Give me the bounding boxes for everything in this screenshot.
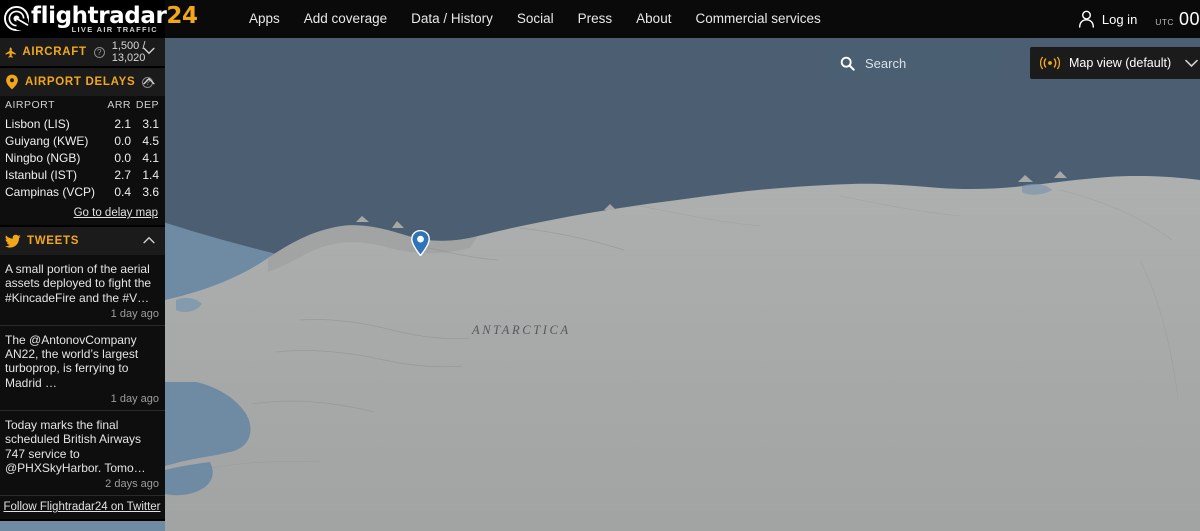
column-header-dep: DEP [135,99,159,111]
follow-on-twitter-link[interactable]: Follow Flightradar24 on Twitter [0,496,165,519]
topbar-right-group: Log in UTC 00 [1078,0,1200,38]
tweet-text: The @AntonovCompany AN22, the world’s la… [5,332,139,390]
airport-delays-content: AIRPORT ARR DEP Lisbon (LIS) 2.1 3.1 Gui… [0,96,165,225]
chevron-up-icon[interactable] [143,236,155,244]
aircraft-panel-header[interactable]: AIRCRAFT ? 1,500 / 13,020 [0,38,165,66]
table-row[interactable]: Istanbul (IST) 2.7 1.4 [5,166,159,183]
chevron-up-icon[interactable] [143,77,155,85]
search-input[interactable] [865,55,985,71]
location-pin-icon [6,74,18,90]
tweet-timestamp: 1 day ago [110,307,159,320]
panel-airport-delays: AIRPORT DELAYS ? AIRPORT ARR DEP Lisbon … [0,68,165,227]
utc-time-value: 00 [1178,8,1200,29]
chevron-down-icon [1185,59,1198,67]
map-canvas[interactable]: ANTARCTICA [0,0,1200,531]
nav-item-about[interactable]: About [624,0,683,38]
cell-arr: 0.0 [114,150,131,165]
cell-airport: Ningbo (NGB) [5,150,81,165]
brand-suffix: 24 [166,3,198,29]
twitter-bird-icon [5,234,21,248]
map-layers-icon [1040,56,1060,70]
nav-item-apps[interactable]: Apps [237,0,292,38]
nav-item-commercial-services[interactable]: Commercial services [683,0,832,38]
cell-airport: Istanbul (IST) [5,167,78,182]
cell-dep: 1.4 [142,167,159,182]
table-row[interactable]: Campinas (VCP) 0.4 3.6 [5,183,159,200]
nav-item-social[interactable]: Social [505,0,566,38]
map-view-dropdown[interactable]: Map view (default) [1030,47,1200,79]
airport-delays-table: AIRPORT ARR DEP Lisbon (LIS) 2.1 3.1 Gui… [5,96,159,200]
go-to-delay-map-link[interactable]: Go to delay map [5,207,159,219]
user-avatar-icon [1078,10,1094,28]
airport-delays-panel-header[interactable]: AIRPORT DELAYS ? [0,68,165,96]
flightradar-app: ANTARCTICA Map view (default) [0,0,1200,531]
panel-aircraft: AIRCRAFT ? 1,500 / 13,020 [0,38,165,68]
login-label: Log in [1101,11,1138,27]
list-item[interactable]: Today marks the final scheduled British … [0,411,165,497]
panel-tweets: TWEETS A small portion of the aerial ass… [0,227,165,522]
tweet-timestamp: 1 day ago [110,393,159,406]
table-row[interactable]: Guiyang (KWE) 0.0 4.5 [5,132,159,149]
nav-item-press[interactable]: Press [566,0,625,38]
map-marker-pin[interactable] [411,230,430,256]
brand-logo[interactable]: flightradar24 LIVE AIR TRAFFIC [0,0,198,38]
cell-airport: Lisbon (LIS) [5,116,70,131]
aircraft-panel-title: AIRCRAFT [22,46,87,58]
antarctica-landmass [165,171,1200,531]
utc-clock: UTC 00 [1155,9,1200,30]
map-view-selected-label: Map view (default) [1069,56,1172,70]
nav-item-add-coverage[interactable]: Add coverage [292,0,399,38]
tweets-content: A small portion of the aerial assets dep… [0,255,165,520]
utc-label: UTC [1155,16,1174,27]
help-icon[interactable]: ? [93,46,105,58]
airplane-icon [5,46,16,58]
cell-dep: 4.1 [142,150,159,165]
search-icon [840,56,855,71]
nav-item-data-history[interactable]: Data / History [399,0,505,38]
list-item[interactable]: A small portion of the aerial assets dep… [0,255,165,326]
top-navigation-bar: flightradar24 LIVE AIR TRAFFIC Apps Add … [0,0,1200,38]
cell-arr: 2.7 [114,167,131,182]
cell-arr: 2.1 [114,116,131,131]
cell-arr: 0.0 [114,133,131,148]
cell-arr: 0.4 [114,184,131,199]
tweet-text: Today marks the final scheduled British … [5,418,146,475]
table-row[interactable]: Ningbo (NGB) 0.0 4.1 [5,149,159,166]
tweet-timestamp: 2 days ago [105,478,159,491]
cell-dep: 4.5 [142,133,159,148]
map-region-label: ANTARCTICA [472,323,571,337]
brand-tagline: LIVE AIR TRAFFIC [71,25,158,34]
table-header-row: AIRPORT ARR DEP [5,96,159,115]
tweets-panel-title: TWEETS [27,235,80,247]
cell-dep: 3.1 [142,116,159,131]
tweet-text: A small portion of the aerial assets dep… [5,262,152,305]
tweets-panel-header[interactable]: TWEETS [0,227,165,255]
cell-dep: 3.6 [142,184,159,199]
cell-airport: Campinas (VCP) [5,184,96,199]
cell-airport: Guiyang (KWE) [5,133,89,148]
main-nav: Apps Add coverage Data / History Social … [237,0,833,38]
airport-delays-panel-title: AIRPORT DELAYS [25,76,136,88]
list-item[interactable]: The @AntonovCompany AN22, the world’s la… [0,326,165,412]
search-box[interactable] [828,47,1004,79]
table-row[interactable]: Lisbon (LIS) 2.1 3.1 [5,115,159,132]
aircraft-count: 1,500 / 13,020 [111,40,146,64]
column-header-airport: AIRPORT [5,99,55,111]
column-header-arr: ARR [107,99,131,111]
login-button[interactable]: Log in [1078,10,1137,28]
chevron-down-icon[interactable] [143,47,155,55]
left-sidebar: AIRCRAFT ? 1,500 / 13,020 AIRPORT DELAYS… [0,38,165,531]
radar-logo-icon [4,6,29,31]
